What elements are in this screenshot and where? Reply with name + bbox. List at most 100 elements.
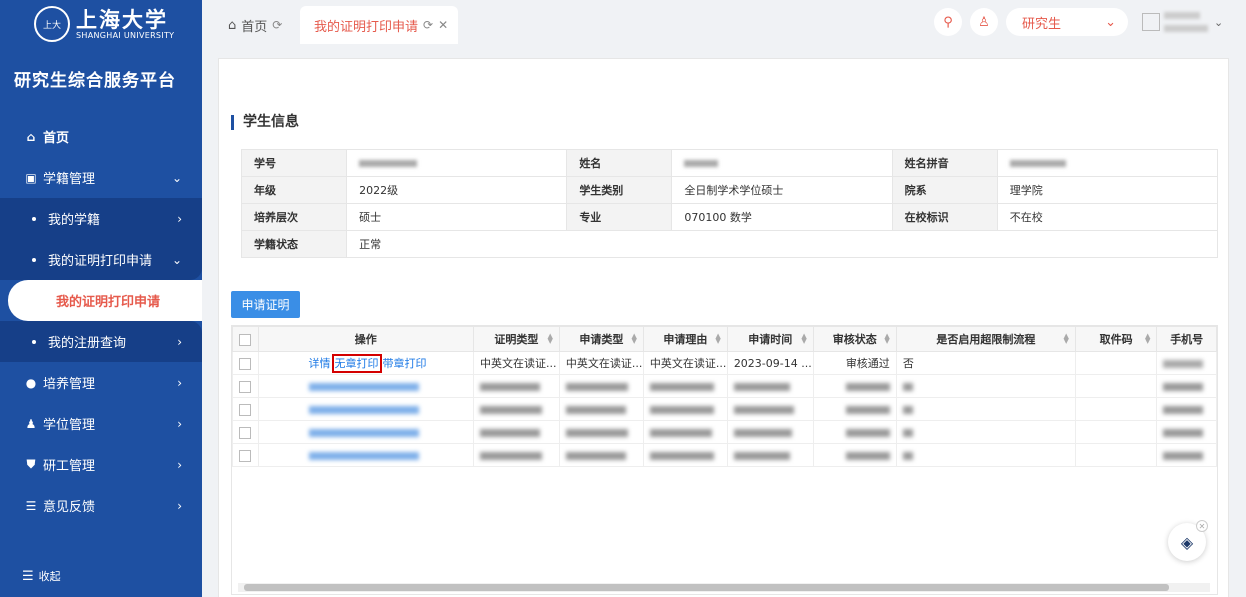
- scrollbar-thumb[interactable]: [244, 584, 1169, 591]
- row-actions-blurred: [257, 443, 474, 467]
- row-actions: 详情 无章打印 带章打印: [257, 351, 474, 375]
- sidebar-item-cert-apply[interactable]: 我的证明打印申请 ⌄: [0, 239, 202, 280]
- person-icon: ●: [25, 375, 37, 390]
- print-without-seal-link[interactable]: 无章打印: [331, 354, 382, 373]
- col-overlimit[interactable]: 是否启用超限制流程 ▲ ▼: [895, 326, 1076, 352]
- table-row: [232, 397, 1217, 421]
- horizontal-scrollbar[interactable]: [238, 583, 1210, 592]
- print-with-seal-link[interactable]: 带章打印: [383, 357, 427, 370]
- tab-home[interactable]: ⌂ 首页 ⟳: [228, 6, 282, 44]
- refresh-icon[interactable]: ⟳: [272, 18, 282, 32]
- sort-icon[interactable]: ▲ ▼: [801, 333, 806, 345]
- search-icon[interactable]: ⚲: [934, 8, 962, 36]
- close-icon[interactable]: ✕: [438, 18, 448, 32]
- sidebar-item-peiyang[interactable]: ● 培养管理 ›: [0, 362, 202, 403]
- logo-en-text: SHANGHAI UNIVERSITY: [76, 30, 175, 40]
- row-checkbox[interactable]: [232, 420, 259, 444]
- label-xuehao: 学号: [240, 149, 348, 177]
- sidebar-item-my-xueji[interactable]: 我的学籍 ›: [0, 198, 202, 239]
- refresh-icon[interactable]: ⟳: [423, 18, 433, 32]
- detail-link[interactable]: 详情: [309, 357, 331, 370]
- collapse-button[interactable]: ☰ 收起: [22, 568, 61, 584]
- sort-icon[interactable]: ▲ ▼: [715, 333, 720, 345]
- cell-phone: [1156, 351, 1217, 375]
- col-pickup-code[interactable]: 取件码 ▲ ▼: [1074, 326, 1158, 352]
- cell-blurred: [895, 397, 1076, 421]
- tab-cert-apply[interactable]: 我的证明打印申请 ⟳ ✕: [300, 6, 459, 44]
- sort-icon[interactable]: ▲ ▼: [884, 333, 889, 345]
- sidebar-item-register-query[interactable]: 我的注册查询 ›: [0, 321, 202, 362]
- logo-cn-text: 上海大学: [76, 6, 168, 32]
- col-actions: 操作: [257, 326, 474, 352]
- chevron-down-icon: ⌄: [171, 252, 182, 267]
- sort-icon[interactable]: ▲ ▼: [631, 333, 636, 345]
- row-actions-blurred: [257, 420, 474, 444]
- cell-blurred: [1156, 420, 1217, 444]
- label-major: 专业: [566, 203, 673, 231]
- apply-cert-button[interactable]: 申请证明: [231, 291, 300, 318]
- cell-blurred: [1156, 397, 1217, 421]
- feedback-icon: ☰: [25, 498, 37, 513]
- close-icon[interactable]: ✕: [1196, 520, 1208, 532]
- select-all-checkbox[interactable]: [232, 326, 259, 352]
- sort-icon[interactable]: ▲ ▼: [547, 333, 552, 345]
- col-apply-type[interactable]: 申请类型 ▲ ▼: [558, 326, 644, 352]
- cell-blurred: [1156, 374, 1217, 398]
- sidebar-item-cert-apply-active[interactable]: 我的证明打印申请: [8, 280, 202, 321]
- sidebar-item-xuewei[interactable]: ♟ 学位管理 ›: [0, 403, 202, 444]
- chevron-right-icon: ›: [177, 457, 182, 472]
- label-level: 培养层次: [240, 203, 348, 231]
- cell-blurred: [812, 397, 897, 421]
- row-checkbox[interactable]: [232, 443, 259, 467]
- sidebar-item-xueji[interactable]: ▣ 学籍管理 ⌄: [0, 157, 202, 198]
- shirt-icon[interactable]: ♙: [970, 8, 998, 36]
- row-checkbox[interactable]: [232, 374, 259, 398]
- chevron-down-icon: ⌄: [171, 170, 182, 185]
- col-status[interactable]: 审核状态 ▲ ▼: [812, 326, 897, 352]
- cell-blurred: [812, 420, 897, 444]
- sort-icon[interactable]: ▲ ▼: [1064, 333, 1069, 345]
- row-checkbox[interactable]: [232, 397, 259, 421]
- cell-blurred: [895, 420, 1076, 444]
- cell-pickup-code: [1074, 351, 1158, 375]
- chevron-down-icon: ⌄: [1214, 15, 1224, 29]
- user-id-blurred: [1164, 25, 1208, 32]
- col-reason[interactable]: 申请理由 ▲ ▼: [642, 326, 728, 352]
- cell-blurred: [558, 420, 644, 444]
- row-actions-blurred: [257, 374, 474, 398]
- chevron-right-icon: ›: [177, 334, 182, 349]
- cell-overlimit: 否: [895, 351, 1076, 375]
- avatar: [1142, 13, 1160, 31]
- content-panel: 学生信息 学号 姓名 姓名拼音 年级 2022级 学生类别 全日制学术学位硕士 …: [218, 58, 1229, 597]
- cell-blurred: [472, 374, 560, 398]
- chevron-right-icon: ›: [177, 375, 182, 390]
- user-menu[interactable]: ⌄: [1142, 5, 1238, 39]
- section-title: 学生信息: [231, 115, 299, 130]
- value-status-flag: 不在校: [996, 203, 1219, 231]
- sidebar-item-home[interactable]: ⌂ 首页: [0, 116, 202, 157]
- value-name: [671, 149, 893, 177]
- cell-pickup-code: [1074, 420, 1158, 444]
- chevron-down-icon: ⌄: [1105, 14, 1116, 30]
- cell-blurred: [726, 374, 814, 398]
- cell-blurred: [812, 443, 897, 467]
- cert-grid: 操作 证明类型 ▲ ▼ 申请类型 ▲ ▼ 申请理由 ▲ ▼ 申请时间 ▲ ▼ 审核状态 ▲ ▼ 是否…: [231, 325, 1218, 595]
- top-bar: ⌂ 首页 ⟳ 我的证明打印申请 ⟳ ✕ ⚲ ♙ 研究生 ⌄ ⌄: [202, 0, 1246, 44]
- sidebar-item-yangong[interactable]: ⛊ 研工管理 ›: [0, 444, 202, 485]
- sidebar-item-feedback[interactable]: ☰ 意见反馈 ›: [0, 485, 202, 526]
- cell-status: 审核通过: [812, 351, 897, 375]
- label-category: 学生类别: [566, 176, 673, 204]
- role-select[interactable]: 研究生 ⌄: [1006, 8, 1128, 36]
- col-time[interactable]: 申请时间 ▲ ▼: [726, 326, 814, 352]
- label-grade: 年级: [240, 176, 348, 204]
- col-cert-type[interactable]: 证明类型 ▲ ▼: [472, 326, 560, 352]
- cell-blurred: [558, 397, 644, 421]
- cell-blurred: [472, 443, 560, 467]
- user-name-blurred: [1164, 12, 1200, 19]
- sort-icon[interactable]: ▲ ▼: [1145, 333, 1150, 345]
- platform-title: 研究生综合服务平台: [14, 71, 176, 91]
- bullet-icon: [32, 216, 36, 221]
- row-checkbox[interactable]: [232, 351, 259, 375]
- emblem-icon: 上大: [34, 6, 70, 42]
- col-phone: 手机号: [1156, 326, 1217, 352]
